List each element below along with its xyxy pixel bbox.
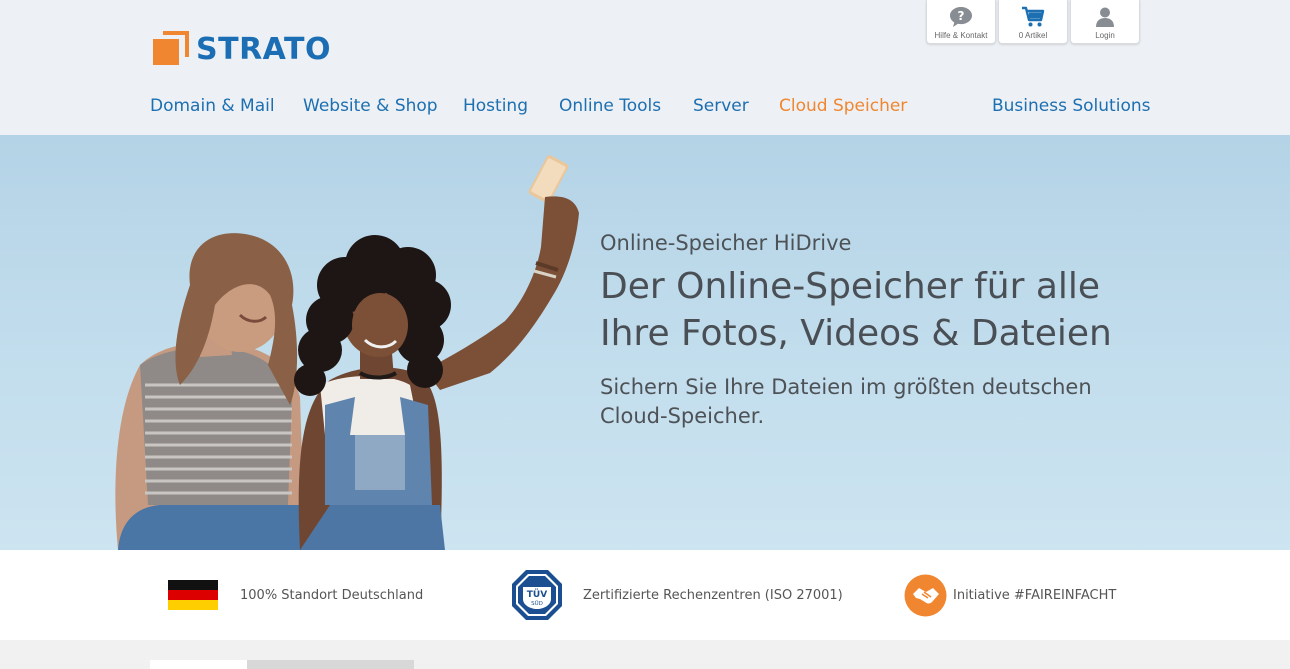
- hero-banner: Online-Speicher HiDrive Der Online-Speic…: [0, 135, 1290, 550]
- utility-buttons: ? Hilfe & Kontakt 0 Artikel Login: [926, 0, 1140, 44]
- tuv-badge-text-bottom: SÜD: [531, 600, 543, 607]
- nav-item-hosting[interactable]: Hosting: [463, 96, 528, 116]
- help-icon: ?: [950, 7, 972, 27]
- cart-icon: [1022, 6, 1045, 27]
- main-nav: Domain & Mail Website & Shop Hosting Onl…: [150, 96, 1150, 122]
- nav-item-cloud-speicher[interactable]: Cloud Speicher: [779, 96, 907, 116]
- nav-item-website-shop[interactable]: Website & Shop: [303, 96, 438, 116]
- strato-logo[interactable]: STRATO: [153, 31, 331, 67]
- logo-wordmark: STRATO: [196, 31, 332, 67]
- nav-item-business-solutions[interactable]: Business Solutions: [992, 96, 1150, 116]
- hero-title-line1: Der Online-Speicher für alle: [600, 266, 1101, 307]
- strato-logo-icon: [153, 31, 189, 65]
- nav-item-online-tools[interactable]: Online Tools: [559, 96, 661, 116]
- trust-item-faireinfacht[interactable]: Initiative #FAIREINFACHT: [904, 550, 1116, 640]
- trust-label-iso: Zertifizierte Rechenzentren (ISO 27001): [583, 587, 843, 603]
- tuv-badge-text-top: TÜV: [527, 589, 547, 600]
- tab-inactive[interactable]: [247, 660, 414, 669]
- hero-text-block: Online-Speicher HiDrive Der Online-Speic…: [600, 231, 1240, 431]
- help-contact-label: Hilfe & Kontakt: [934, 31, 988, 40]
- content-area-top: [0, 640, 1290, 669]
- handshake-icon: [904, 574, 947, 616]
- cart-button[interactable]: 0 Artikel: [998, 0, 1068, 44]
- tuv-badge-icon: TÜV SÜD: [512, 570, 562, 620]
- trust-bar: 100% Standort Deutschland TÜV SÜD Zertif…: [0, 550, 1290, 640]
- hero-subtitle: Sichern Sie Ihre Dateien im größten deut…: [600, 375, 1092, 428]
- nav-item-server[interactable]: Server: [693, 96, 749, 116]
- tab-active[interactable]: [150, 660, 247, 669]
- svg-text:?: ?: [958, 9, 965, 23]
- hero-eyebrow: Online-Speicher HiDrive: [600, 231, 852, 255]
- trust-item-standort: 100% Standort Deutschland: [168, 550, 423, 640]
- site-header: STRATO ? Hilfe & Kontakt 0 Artikel Login…: [0, 0, 1290, 135]
- user-icon: [1096, 7, 1114, 27]
- hero-photo-two-women-selfie: [115, 155, 579, 550]
- hero-title-line2: Ihre Fotos, Videos & Dateien: [600, 313, 1112, 354]
- product-tab-strip: [150, 660, 414, 669]
- login-label: Login: [1095, 31, 1115, 40]
- trust-label-standort: 100% Standort Deutschland: [240, 587, 424, 603]
- cart-label: 0 Artikel: [1018, 31, 1048, 40]
- nav-item-domain-mail[interactable]: Domain & Mail: [150, 96, 275, 116]
- hero-title: Der Online-Speicher für alle Ihre Fotos,…: [600, 263, 1240, 357]
- germany-flag-icon: [168, 580, 218, 610]
- trust-label-faireinfacht: Initiative #FAIREINFACHT: [953, 587, 1117, 603]
- login-button[interactable]: Login: [1070, 0, 1140, 44]
- trust-item-iso: TÜV SÜD Zertifizierte Rechenzentren (ISO…: [511, 550, 843, 640]
- help-contact-button[interactable]: ? Hilfe & Kontakt: [926, 0, 996, 44]
